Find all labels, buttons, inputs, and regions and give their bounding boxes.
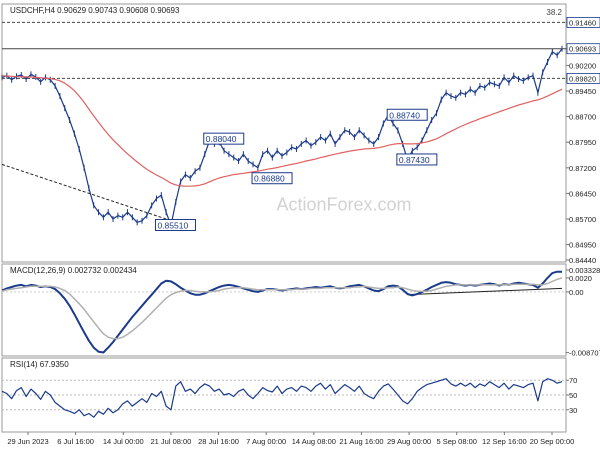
y-tick-label: -0.008707	[569, 349, 600, 358]
x-tick-label: 28 Jul 16:00	[198, 437, 239, 446]
y-tick-label: 0.86450	[569, 189, 596, 198]
x-tick-label: 6 Jul 16:00	[57, 437, 94, 446]
x-tick-label: 14 Jul 00:00	[103, 437, 144, 446]
x-tick-label: 21 Aug 16:00	[339, 437, 383, 446]
x-tick-label: 7 Aug 00:00	[246, 437, 286, 446]
forex-chart: ActionForex.com 0.88040 0.86880 0.85510 0.88…	[0, 0, 600, 450]
y-tick-label: 0.87950	[569, 138, 596, 147]
panel-header: RSI(14) 67.9350	[10, 360, 69, 369]
y-tick-label: 0.91460	[569, 18, 596, 27]
y-tick-label: 0.88700	[569, 113, 596, 122]
y-tick-label: 0.84440	[569, 256, 596, 265]
annotation-label: 0.88740	[389, 110, 420, 120]
x-tick-label: 12 Sep 16:00	[482, 437, 527, 446]
y-tick-label: 0.90200	[569, 61, 596, 70]
y-tick-label: 0.87200	[569, 164, 596, 173]
y-tick-label: 50	[569, 391, 577, 400]
annotation-label: 0.87430	[399, 155, 430, 165]
y-tick-label: 70	[569, 376, 577, 385]
annotation-label: 0.85510	[157, 220, 188, 230]
watermark-text: ActionForex.com	[276, 194, 411, 214]
x-tick-label: 29 Aug 00:00	[387, 437, 431, 446]
annotation-label: 0.86880	[254, 174, 285, 184]
chart-canvas: ActionForex.com 0.88040 0.86880 0.85510 0.88…	[0, 0, 600, 450]
y-tick-label: 0.89450	[569, 87, 596, 96]
y-tick-label: 0.85700	[569, 215, 596, 224]
y-tick-label: 30	[569, 406, 577, 415]
y-tick-label: 0.90693	[569, 45, 596, 54]
x-tick-label: 5 Sep 08:00	[437, 437, 477, 446]
y-tick-label: 0.0020	[569, 274, 592, 283]
x-tick-label: 20 Sep 00:00	[530, 437, 575, 446]
y-tick-label: 0.00	[569, 288, 584, 297]
x-tick-label: 21 Jul 08:00	[150, 437, 191, 446]
panel-header: USDCHF,H4 0.90629 0.90743 0.90608 0.9069…	[10, 6, 180, 15]
fib-label: 38.2	[546, 8, 562, 17]
chart-background	[0, 0, 600, 450]
panel-header: MACD(12,26,9) 0.002732 0.002434	[10, 266, 137, 275]
y-tick-label: 0.84950	[569, 241, 596, 250]
annotation-label: 0.88040	[206, 134, 237, 144]
x-tick-label: 14 Aug 08:00	[292, 437, 336, 446]
y-tick-label: 0.89820	[569, 74, 596, 83]
x-tick-label: 29 Jun 2023	[7, 437, 48, 446]
